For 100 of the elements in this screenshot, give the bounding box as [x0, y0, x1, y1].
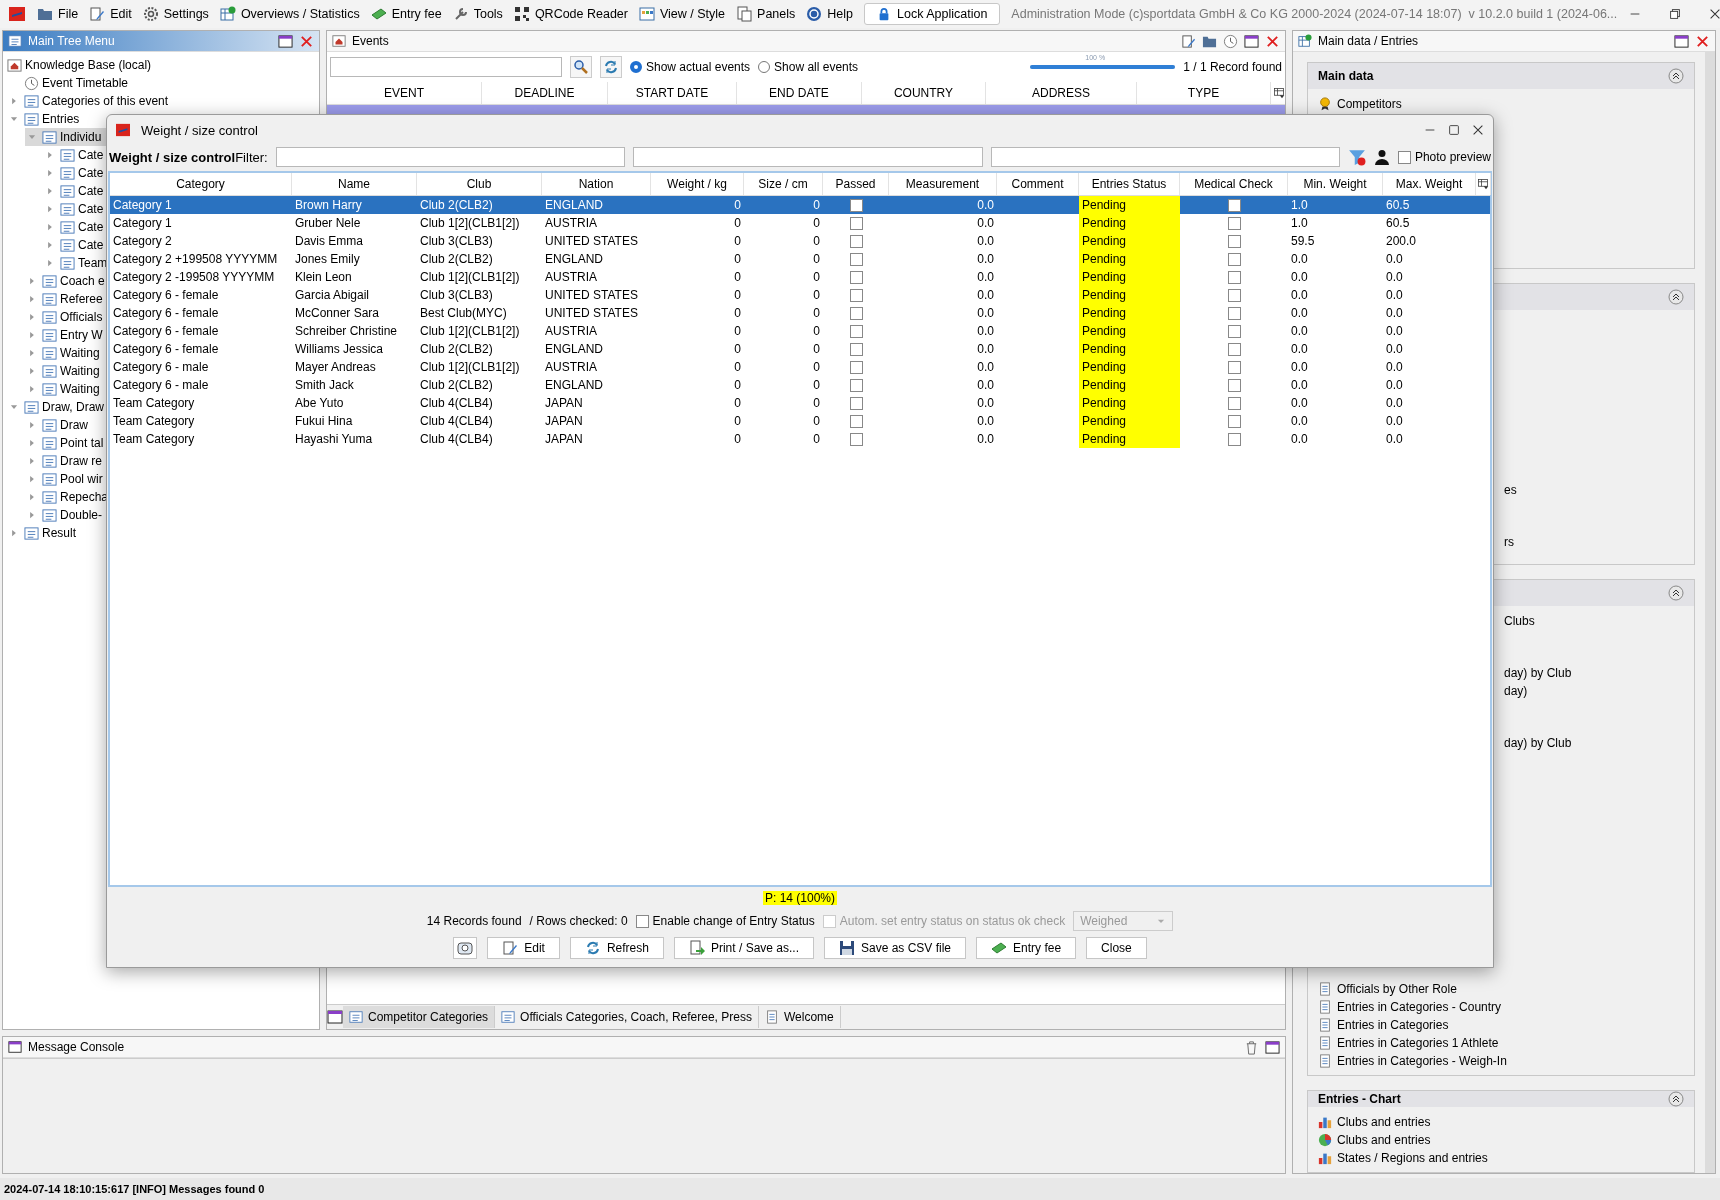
table-cell-text: 0: [733, 359, 742, 376]
table-cell-text: 0.0: [1290, 341, 1309, 358]
table-cell-text: 0: [733, 323, 742, 340]
table-cell-text: ENGLAND: [544, 341, 604, 358]
status-cell: Pending: [1079, 250, 1180, 268]
table-cell-text: 59.5: [1290, 233, 1316, 250]
table-cell-text: Club 4(CLB4): [419, 413, 494, 430]
table-cell-text: 0: [812, 215, 821, 232]
table-cell-text: Category 2 -199508 YYYYMM: [112, 269, 276, 286]
status-cell: Pending: [1079, 214, 1180, 232]
table-cell-text: 0.0: [1290, 395, 1309, 412]
table-cell-text: 0: [733, 269, 742, 286]
table-cell-text: Club 1[2](CLB1[2]): [419, 359, 521, 376]
table-cell-text: Category 6 - female: [112, 323, 220, 340]
table-cell-text: Fukui Hina: [294, 413, 354, 430]
table-cell-text: JAPAN: [544, 395, 584, 412]
section-header: Main data: [1308, 63, 1694, 89]
status-cell: Pending: [1079, 412, 1180, 430]
table-cell-text: 1.0: [1290, 197, 1309, 214]
table-cell-text: 0.0: [976, 377, 995, 394]
table-cell-text: 60.5: [1385, 197, 1411, 214]
table-cell-text: 0.0: [1290, 305, 1309, 322]
table-cell-text: 0.0: [976, 341, 995, 358]
table-cell-text: 0: [812, 305, 821, 322]
table-cell-text: Club 2(CLB2): [419, 251, 494, 268]
status-cell: Pending: [1079, 358, 1180, 376]
table-cell-text: Hayashi Yuma: [294, 431, 374, 448]
table-cell-text: 0.0: [1290, 359, 1309, 376]
table-cell-text: 0: [733, 251, 742, 268]
table-cell-text: Category 6 - female: [112, 287, 220, 304]
table-cell-text: 0: [812, 431, 821, 448]
status-cell: Pending: [1079, 196, 1180, 214]
status-cell: Pending: [1079, 286, 1180, 304]
table-cell-text: 0: [733, 395, 742, 412]
table-cell-text: 0: [733, 197, 742, 214]
table-cell-text: UNITED STATES: [544, 305, 639, 322]
table-cell-text: 0: [812, 377, 821, 394]
table-cell-text: Club 2(CLB2): [419, 377, 494, 394]
checkbox-label: Autom. set entry status on status ok check: [839, 914, 1066, 928]
table-cell-text: 200.0: [1385, 233, 1418, 250]
table-cell-text: 0: [733, 287, 742, 304]
status-cell: Pending: [1079, 322, 1180, 340]
table-cell-text: UNITED STATES: [544, 287, 639, 304]
table-cell-text: 0: [812, 269, 821, 286]
filter-label: Weight / size controlFilter:: [109, 149, 268, 165]
table-cell-text: 0: [812, 197, 821, 214]
status-cell: Pending: [1079, 304, 1180, 322]
table-cell-text: 0: [812, 287, 821, 304]
window-title: Administration Mode (c)sportdata GmbH & Co KG 2000-2024 (2024-07-14 18:07) v 10.2.0 build 1 (2024-06...: [1011, 7, 1618, 21]
table-cell-text: Club 2(CLB2): [419, 197, 494, 214]
table-cell-text: Category 6 - male: [112, 377, 210, 394]
table-cell-text: 0: [812, 251, 821, 268]
table-cell-text: Klein Leon: [294, 269, 353, 286]
table-cell-text: 0: [812, 413, 821, 430]
table-cell-text: 0: [812, 323, 821, 340]
table-cell-text: Category 6 - female: [112, 305, 220, 322]
table-cell-text: 0.0: [1385, 395, 1404, 412]
table-cell-text: UNITED STATES: [544, 233, 639, 250]
table-cell-text: Schreiber Christine: [294, 323, 399, 340]
table-cell-text: Club 3(CLB3): [419, 287, 494, 304]
dialog-title: Weight / size control: [141, 122, 259, 138]
table-cell-text: 0.0: [1385, 287, 1404, 304]
table-cell-text: JAPAN: [544, 431, 584, 448]
table-cell-text: 0.0: [976, 431, 995, 448]
status-text: 2024-07-14 18:10:15:617 [INFO] Messages found 0: [0, 1178, 1720, 1200]
table-cell-text: Club 2(CLB2): [419, 341, 494, 358]
table-cell-text: JAPAN: [544, 413, 584, 430]
table-cell-text: 0.0: [976, 269, 995, 286]
status-cell: Pending: [1079, 430, 1180, 448]
table-cell-text: 0.0: [1385, 359, 1404, 376]
status-cell: Pending: [1079, 232, 1180, 250]
table-cell-text: 0.0: [976, 413, 995, 430]
table-cell-text: Club 3(CLB3): [419, 233, 494, 250]
table-cell-text: Mayer Andreas: [294, 359, 377, 376]
table-cell-text: 0: [733, 233, 742, 250]
table-cell-text: 0: [812, 359, 821, 376]
table-cell-text: 1.0: [1290, 215, 1309, 232]
panel-title: Events: [352, 34, 390, 48]
table-cell-text: McConner Sara: [294, 305, 381, 322]
record-count: 1 / 1 Record found: [1183, 60, 1282, 74]
table-cell-text: 0.0: [1385, 323, 1404, 340]
table-cell-text: ENGLAND: [544, 197, 604, 214]
status-cell: Pending: [1079, 268, 1180, 286]
rows-checked: / Rows checked: 0: [529, 914, 628, 928]
table-cell-text: Club 1[2](CLB1[2]): [419, 215, 521, 232]
table-cell-text: 0.0: [1385, 377, 1404, 394]
table-cell-text: 0: [812, 233, 821, 250]
table-cell-text: ENGLAND: [544, 251, 604, 268]
panel-title: Main Tree Menu: [28, 34, 116, 48]
table-cell-text: 0.0: [1385, 251, 1404, 268]
table-cell-text: 0: [812, 395, 821, 412]
table-cell-text: 0.0: [1385, 305, 1404, 322]
table-cell-text: Club 4(CLB4): [419, 395, 494, 412]
table-cell-text: Brown Harry: [294, 197, 363, 214]
progress-text: P: 14 (100%): [762, 891, 837, 905]
panel-title: Message Console: [28, 1040, 126, 1054]
table-cell-text: AUSTRIA: [544, 323, 598, 340]
status-cell: Pending: [1079, 340, 1180, 358]
table-cell-text: 0.0: [1290, 287, 1309, 304]
table-cell-text: 0: [733, 377, 742, 394]
